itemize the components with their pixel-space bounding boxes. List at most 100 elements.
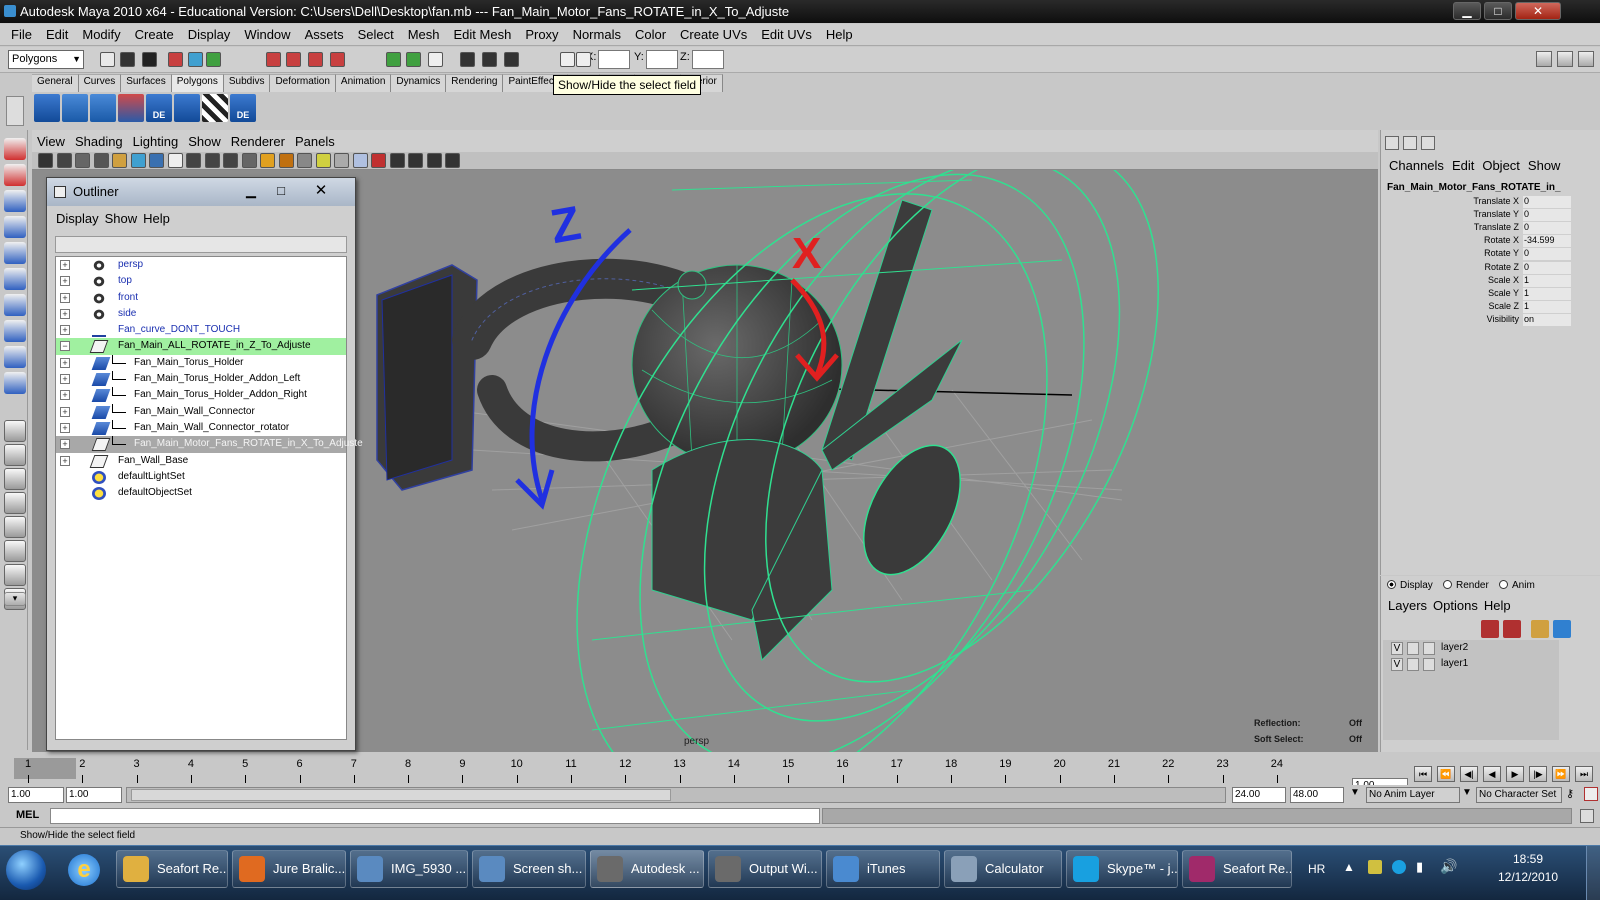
outliner-item-fan-curve-dont-touch[interactable]: + Fan_curve_DONT_TOUCH bbox=[56, 322, 346, 338]
render-view-icon[interactable] bbox=[482, 52, 497, 67]
channel-value[interactable]: 0 bbox=[1523, 248, 1571, 261]
taskbar-item-seafort-re[interactable]: Seafort Re... bbox=[116, 850, 228, 888]
channel-menu-edit[interactable]: Edit bbox=[1448, 158, 1478, 173]
field-chart-icon[interactable] bbox=[186, 153, 201, 168]
resolution-gate-icon[interactable] bbox=[149, 153, 164, 168]
outliner-menu-help[interactable]: Help bbox=[140, 211, 173, 226]
select-component-icon[interactable] bbox=[206, 52, 221, 67]
anim-layer-dropdown-icon[interactable]: ▼ bbox=[1350, 787, 1366, 803]
viewport-menu-shading[interactable]: Shading bbox=[70, 134, 128, 149]
snap-plane-icon[interactable] bbox=[330, 52, 345, 67]
channel-box-toggle-icon[interactable] bbox=[1578, 51, 1594, 67]
select-field-icon[interactable] bbox=[560, 52, 575, 67]
open-scene-icon[interactable] bbox=[120, 52, 135, 67]
layer-mode-anim[interactable]: Anim bbox=[1499, 580, 1535, 591]
layer-menu-options[interactable]: Options bbox=[1430, 598, 1481, 613]
new-layer-icon[interactable] bbox=[1481, 620, 1499, 638]
maximize-button[interactable]: □ bbox=[1484, 2, 1512, 20]
range-slider-handle[interactable] bbox=[131, 789, 671, 801]
graph-layout-icon[interactable] bbox=[4, 516, 26, 538]
channel-scale-x[interactable]: Scale X 1 bbox=[1387, 274, 1571, 288]
viewport-menu-show[interactable]: Show bbox=[183, 134, 226, 149]
clock-date[interactable]: 12/12/2010 bbox=[1488, 870, 1568, 884]
channel-value[interactable]: 0 bbox=[1523, 196, 1571, 208]
image-plane-icon[interactable] bbox=[93, 153, 109, 168]
layer-row-layer2[interactable]: Vlayer2 bbox=[1387, 642, 1557, 656]
menu-help[interactable]: Help bbox=[819, 27, 860, 42]
shelf-cube-icon[interactable] bbox=[34, 94, 60, 122]
anim-layer-field[interactable]: No Anim Layer bbox=[1366, 787, 1460, 803]
shelf-tab-polygons[interactable]: Polygons bbox=[171, 74, 224, 92]
x-field[interactable] bbox=[598, 50, 630, 69]
tray-skype-icon[interactable] bbox=[1392, 860, 1406, 874]
channel-menu-show[interactable]: Show bbox=[1524, 158, 1565, 173]
channel-box-layout-icon[interactable] bbox=[1385, 136, 1399, 150]
taskbar-item-img-5930[interactable]: IMG_5930 ... bbox=[350, 850, 468, 888]
channel-value[interactable]: 1 bbox=[1523, 287, 1571, 300]
shelf-checker-icon[interactable] bbox=[202, 94, 228, 122]
anim-prefs-icon[interactable] bbox=[1584, 787, 1598, 801]
outliner-item-fan-main-torus-holder-addon-right[interactable]: + Fan_Main_Torus_Holder_Addon_Right bbox=[56, 387, 346, 403]
range-end-field[interactable]: 48.00 bbox=[1290, 787, 1344, 803]
layer-type-toggle[interactable] bbox=[1407, 642, 1419, 655]
shelf-layers-icon[interactable] bbox=[62, 94, 88, 122]
menu-mesh[interactable]: Mesh bbox=[401, 27, 447, 42]
minimize-button[interactable]: ▁ bbox=[1453, 2, 1481, 20]
mel-command-input[interactable] bbox=[50, 808, 820, 824]
shelf-tab-surfaces[interactable]: Surfaces bbox=[121, 74, 172, 92]
taskbar-item-output-wi[interactable]: Output Wi... bbox=[708, 850, 822, 888]
xray-joints-icon[interactable] bbox=[371, 153, 386, 168]
channel-value[interactable]: 1 bbox=[1523, 274, 1571, 287]
soft-mod-icon[interactable] bbox=[4, 320, 26, 342]
menu-edit[interactable]: Edit bbox=[39, 27, 75, 42]
shelf-tab-curves[interactable]: Curves bbox=[78, 74, 122, 92]
snap-point-icon[interactable] bbox=[308, 52, 323, 67]
taskbar-item-calculator[interactable]: Calculator bbox=[944, 850, 1062, 888]
y-field[interactable] bbox=[646, 50, 678, 69]
paint-select-icon[interactable] bbox=[4, 190, 26, 212]
layer-color-swatch[interactable] bbox=[1423, 658, 1435, 671]
menu-display[interactable]: Display bbox=[181, 27, 238, 42]
safe-action-icon[interactable] bbox=[204, 153, 220, 168]
menu-set-dropdown[interactable]: Polygons bbox=[8, 50, 84, 69]
outliner-item-top[interactable]: + top bbox=[56, 273, 346, 289]
menu-modify[interactable]: Modify bbox=[75, 27, 127, 42]
layer-visibility-toggle[interactable]: V bbox=[1391, 642, 1403, 655]
menu-window[interactable]: Window bbox=[237, 27, 297, 42]
show-desktop-button[interactable] bbox=[1586, 846, 1600, 900]
playback-end-field[interactable]: 24.00 bbox=[1232, 787, 1286, 803]
single-pane-layout-icon[interactable] bbox=[4, 420, 26, 442]
channel-scale-z[interactable]: Scale Z 1 bbox=[1387, 300, 1571, 314]
shelf-de2-icon[interactable]: DE bbox=[230, 94, 256, 122]
expand-toggle-icon[interactable]: + bbox=[60, 406, 70, 417]
move-tool-icon[interactable] bbox=[4, 216, 26, 238]
expand-toggle-icon[interactable]: + bbox=[60, 390, 70, 401]
network-icon[interactable]: ▮ bbox=[1416, 859, 1423, 875]
scale-tool-icon[interactable] bbox=[4, 268, 26, 290]
last-tool-icon[interactable] bbox=[4, 372, 26, 394]
hypershade-icon[interactable] bbox=[460, 52, 475, 67]
outliner-layout-icon[interactable] bbox=[4, 492, 26, 514]
gate-mask-icon[interactable] bbox=[167, 153, 183, 168]
outliner-item-side[interactable]: + side bbox=[56, 306, 346, 322]
hud-icon[interactable] bbox=[408, 153, 423, 168]
z-field[interactable] bbox=[692, 50, 724, 69]
channel-rotate-x[interactable]: Rotate X -34.599 bbox=[1387, 235, 1571, 248]
shelf-box-icon[interactable] bbox=[174, 94, 200, 122]
four-pane-layout-icon[interactable] bbox=[4, 444, 26, 466]
viewport-menu-renderer[interactable]: Renderer bbox=[226, 134, 290, 149]
safe-title-icon[interactable] bbox=[223, 153, 238, 168]
volume-icon[interactable]: 🔊 bbox=[1440, 858, 1457, 875]
key-icon[interactable]: ⚷ bbox=[1566, 787, 1582, 803]
expand-toggle-icon[interactable]: + bbox=[60, 260, 70, 270]
go-to-end-icon[interactable]: ⏭ bbox=[1575, 766, 1593, 782]
render-layer-icon[interactable] bbox=[1553, 620, 1571, 638]
render-settings-icon[interactable] bbox=[428, 52, 443, 67]
layer-color-swatch[interactable] bbox=[1423, 642, 1435, 655]
snap-grid-icon[interactable] bbox=[266, 52, 281, 67]
taskbar-item-itunes[interactable]: iTunes bbox=[826, 850, 940, 888]
camera-attr-icon[interactable] bbox=[56, 153, 72, 168]
start-button[interactable] bbox=[6, 850, 46, 890]
lasso-tool-icon[interactable] bbox=[4, 164, 26, 186]
outliner-item-defaultobjectset[interactable]: defaultObjectSet bbox=[56, 485, 346, 501]
